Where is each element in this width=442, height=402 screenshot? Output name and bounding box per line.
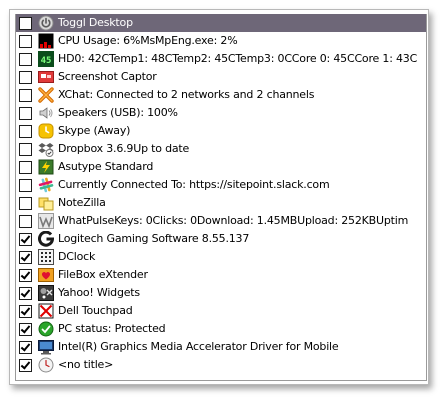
item-checkbox[interactable] [19, 124, 32, 138]
item-label: <no title> [58, 358, 114, 371]
item-label: WhatPulseKeys: 0Clicks: 0Download: 1.45M… [58, 214, 409, 227]
list-item-screenshot-captor[interactable]: Screenshot Captor [16, 68, 426, 86]
dropbox-icon [38, 141, 54, 157]
item-label: XChat: Connected to 2 networks and 2 cha… [58, 88, 315, 101]
item-checkbox[interactable] [19, 196, 32, 210]
item-label: Screenshot Captor [58, 70, 157, 83]
skype-away-icon [38, 123, 54, 139]
item-label: Dell Touchpad [58, 304, 133, 317]
list-item-xchat[interactable]: XChat: Connected to 2 networks and 2 cha… [16, 86, 426, 104]
item-label: CPU Usage: 6%MsMpEng.exe: 2% [58, 34, 238, 47]
xchat-icon [38, 87, 54, 103]
item-label: Yahoo! Widgets [58, 286, 140, 299]
item-checkbox[interactable] [19, 268, 32, 282]
toggl-power-icon [38, 15, 54, 31]
item-label: DClock [58, 250, 96, 263]
item-label: Logitech Gaming Software 8.55.137 [58, 232, 250, 245]
filebox-extender-icon [38, 267, 54, 283]
list-item-pc-status[interactable]: PC status: Protected [16, 320, 426, 338]
clock-icon [38, 357, 54, 373]
yahoo-widgets-icon [38, 285, 54, 301]
item-checkbox[interactable] [19, 340, 32, 354]
dell-touchpad-icon [38, 303, 54, 319]
list-item-skype[interactable]: Skype (Away) [16, 122, 426, 140]
item-checkbox[interactable] [19, 322, 32, 336]
list-item-dell-touchpad[interactable]: Dell Touchpad [16, 302, 426, 320]
item-label: Dropbox 3.6.9Up to date [58, 142, 190, 155]
item-checkbox[interactable] [19, 142, 32, 156]
whatpulse-icon [38, 213, 54, 229]
logitech-g-icon [38, 231, 54, 247]
item-label: FileBox eXtender [58, 268, 148, 281]
item-label: Speakers (USB): 100% [58, 106, 178, 119]
list-item-intel-graphics[interactable]: Intel(R) Graphics Media Accelerator Driv… [16, 338, 426, 356]
item-checkbox[interactable] [19, 250, 32, 264]
item-label: Skype (Away) [58, 124, 131, 137]
temperature-readout-icon: 45 [38, 51, 54, 67]
tray-icons-list[interactable]: Toggl Desktop CPU Usage: 6%MsMpEng.exe: … [15, 14, 427, 381]
intel-graphics-icon [38, 339, 54, 355]
svg-text:45: 45 [41, 56, 52, 66]
list-item-asutype[interactable]: Asutype Standard [16, 158, 426, 176]
item-checkbox[interactable] [19, 70, 32, 84]
item-checkbox[interactable] [19, 16, 32, 30]
list-item-cpu-usage[interactable]: CPU Usage: 6%MsMpEng.exe: 2% [16, 32, 426, 50]
item-label: Toggl Desktop [58, 16, 133, 29]
list-item-speakers[interactable]: Speakers (USB): 100% [16, 104, 426, 122]
item-label: HD0: 42CTemp1: 48CTemp2: 45CTemp3: 0CCor… [58, 52, 418, 65]
item-label: Currently Connected To: https://sitepoin… [58, 178, 330, 191]
notezilla-icon [38, 195, 54, 211]
list-item-hd-temperatures[interactable]: 45 HD0: 42CTemp1: 48CTemp2: 45CTemp3: 0C… [16, 50, 426, 68]
item-checkbox[interactable] [19, 304, 32, 318]
list-item-logitech-gaming[interactable]: Logitech Gaming Software 8.55.137 [16, 230, 426, 248]
speaker-icon [38, 105, 54, 121]
item-label: PC status: Protected [58, 322, 166, 335]
item-label: Asutype Standard [58, 160, 154, 173]
item-checkbox[interactable] [19, 52, 32, 66]
list-item-slack[interactable]: Currently Connected To: https://sitepoin… [16, 176, 426, 194]
list-item-yahoo-widgets[interactable]: Yahoo! Widgets [16, 284, 426, 302]
list-item-toggl-desktop[interactable]: Toggl Desktop [16, 14, 426, 32]
list-item-whatpulse[interactable]: WhatPulseKeys: 0Clicks: 0Download: 1.45M… [16, 212, 426, 230]
list-item-dclock[interactable]: DClock [16, 248, 426, 266]
dclock-icon [38, 249, 54, 265]
item-checkbox[interactable] [19, 286, 32, 300]
screenshot-captor-icon [38, 69, 54, 85]
item-checkbox[interactable] [19, 232, 32, 246]
item-checkbox[interactable] [19, 214, 32, 228]
item-label: Intel(R) Graphics Media Accelerator Driv… [58, 340, 339, 353]
item-checkbox[interactable] [19, 160, 32, 174]
slack-icon [38, 177, 54, 193]
item-checkbox[interactable] [19, 358, 32, 372]
list-item-dropbox[interactable]: Dropbox 3.6.9Up to date [16, 140, 426, 158]
item-checkbox[interactable] [19, 34, 32, 48]
item-checkbox[interactable] [19, 106, 32, 120]
item-label: NoteZilla [58, 196, 106, 209]
list-item-notezilla[interactable]: NoteZilla [16, 194, 426, 212]
list-item-no-title[interactable]: <no title> [16, 356, 426, 374]
asutype-icon [38, 159, 54, 175]
list-item-filebox-extender[interactable]: FileBox eXtender [16, 266, 426, 284]
item-checkbox[interactable] [19, 88, 32, 102]
item-checkbox[interactable] [19, 178, 32, 192]
tray-icons-panel: Toggl Desktop CPU Usage: 6%MsMpEng.exe: … [9, 9, 429, 385]
pc-status-shield-icon [38, 321, 54, 337]
cpu-meter-icon [38, 33, 54, 49]
